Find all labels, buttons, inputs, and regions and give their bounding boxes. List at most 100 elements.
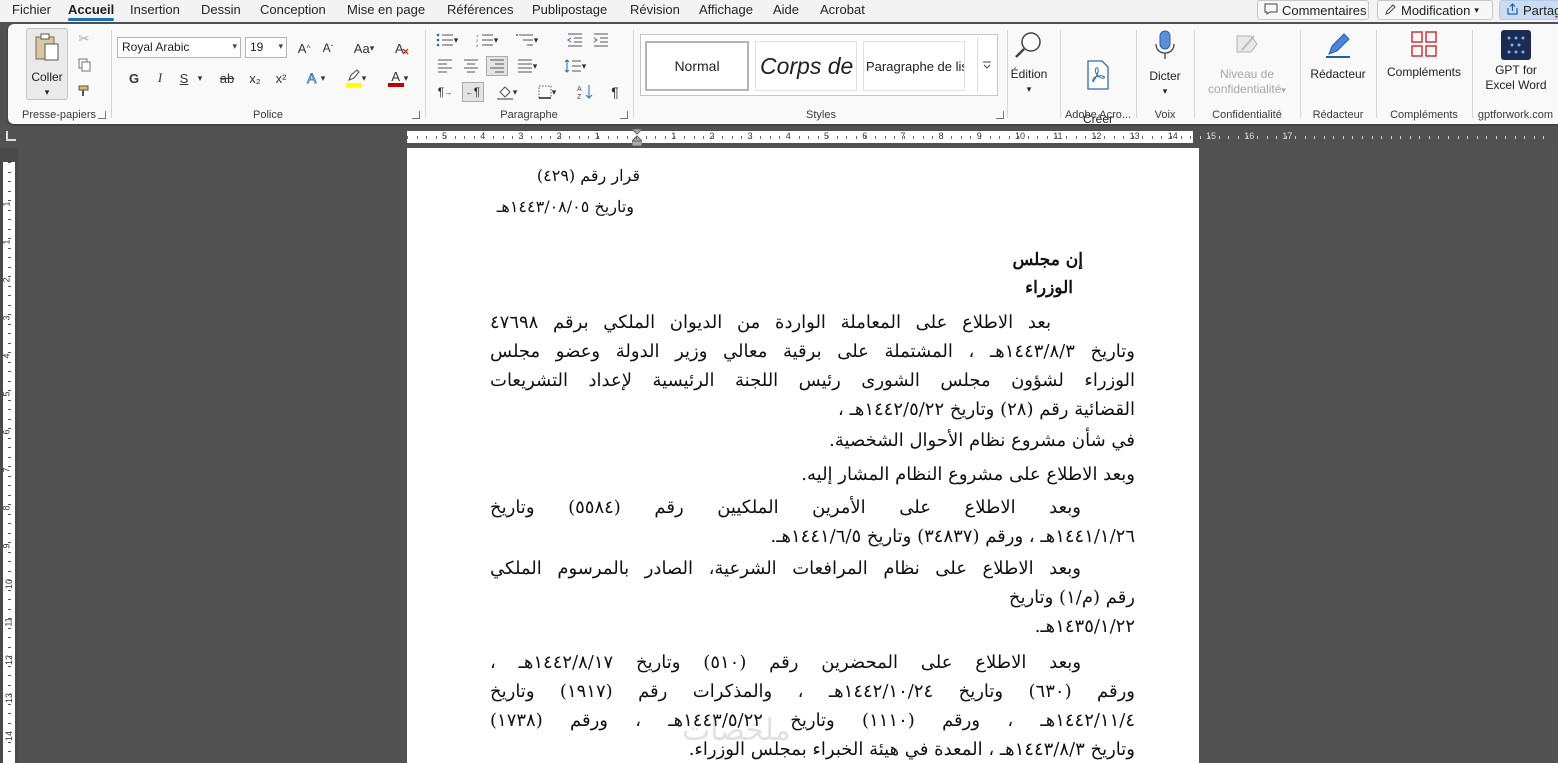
font-color-button[interactable]: A ▾ [382, 68, 414, 88]
council-heading-line2: الوزراء [1025, 278, 1073, 298]
font-name-value: Royal Arabic [122, 40, 190, 54]
ruler-tick [8, 684, 11, 686]
paste-button[interactable]: Coller ▾ [26, 28, 68, 100]
ruler-tick [1533, 136, 1535, 139]
chevron-down-icon[interactable]: ▾ [194, 68, 206, 88]
ruler-tick [1094, 136, 1096, 139]
align-left-icon[interactable] [434, 56, 456, 76]
editing-button[interactable]: Édition ▾ [1008, 30, 1050, 97]
horizontal-ruler[interactable]: 543211234567891011121314151617 [24, 128, 1558, 147]
share-button[interactable]: Partag [1499, 0, 1558, 20]
comment-icon [1264, 3, 1278, 18]
multilevel-list-icon[interactable]: ▾ [512, 30, 542, 50]
gpt-for-excel-word-button[interactable]: GPT for Excel Word [1475, 30, 1557, 93]
sort-icon[interactable]: AZ [574, 82, 596, 102]
text-effects-icon[interactable]: A ▾ [300, 68, 330, 88]
tab-home[interactable]: Accueil [68, 2, 115, 21]
borders-icon[interactable]: ▾ [532, 82, 562, 102]
paragraph-line: ورقم (٦٣٠) وتاريخ ١٤٤٢/١٠/٢٤هـ ، والمذكر… [490, 681, 1135, 702]
align-center-icon[interactable] [460, 56, 482, 76]
style-body-text[interactable]: Corps de [755, 41, 857, 91]
highlight-color-button[interactable]: ▾ [340, 68, 372, 88]
tab-insert[interactable]: Insertion [130, 2, 180, 17]
font-name-combo[interactable]: Royal Arabic ▾ [117, 37, 241, 58]
editing-mode-button[interactable]: Modification ▾ [1377, 0, 1493, 20]
ruler-tick [8, 532, 11, 534]
ruler-tick [8, 551, 11, 553]
editor-button[interactable]: Rédacteur [1305, 30, 1371, 82]
dialog-launcher-icon[interactable] [412, 111, 420, 119]
strikethrough-button[interactable]: ab [216, 68, 238, 88]
ruler-tick [789, 136, 790, 139]
ruler-corner[interactable] [6, 131, 16, 141]
tab-file[interactable]: Fichier [12, 2, 51, 17]
rtl-direction-icon[interactable]: ← ¶ [462, 82, 484, 102]
tab-layout[interactable]: Mise en page [347, 2, 425, 17]
ruler-tick [8, 561, 11, 562]
document-page[interactable]: قرار رقم (٤٢٩) وتاريخ ١٤٤٣/٠٨/٠٥هـ إن مج… [407, 148, 1199, 763]
clear-formatting-icon[interactable]: A [392, 38, 412, 58]
vertical-ruler[interactable]: 1 1 2 3 4 5 6 7 8 9 10 11 12 13 14 [0, 148, 18, 763]
comments-button[interactable]: Commentaires [1257, 0, 1369, 20]
ruler-tick [8, 247, 11, 249]
tab-acrobat[interactable]: Acrobat [820, 2, 865, 17]
ruler-tick [8, 456, 11, 458]
tab-review[interactable]: Révision [630, 2, 680, 17]
tab-design[interactable]: Conception [260, 2, 326, 17]
comments-label: Commentaires [1282, 3, 1367, 18]
underline-button[interactable]: S [174, 68, 194, 88]
bold-button[interactable]: G [124, 68, 144, 88]
tab-mailings[interactable]: Publipostage [532, 2, 607, 17]
italic-button[interactable]: I [150, 68, 170, 88]
decrease-indent-icon[interactable] [564, 30, 586, 50]
tab-view[interactable]: Affichage [699, 2, 753, 17]
styles-more-button[interactable] [977, 37, 995, 93]
shading-icon[interactable]: ▾ [492, 82, 522, 102]
tab-help[interactable]: Aide [773, 2, 799, 17]
sensitivity-button[interactable]: Niveau de confidentialité▾ [1199, 30, 1295, 98]
dialog-launcher-icon[interactable] [996, 111, 1004, 119]
format-painter-icon[interactable] [76, 82, 92, 100]
addins-button[interactable]: Compléments [1381, 30, 1467, 80]
ruler-tick [1400, 136, 1402, 139]
subscript-button[interactable]: x₂ [244, 68, 266, 88]
change-case-icon[interactable]: Aa ▾ [348, 38, 380, 58]
bullets-icon[interactable]: ▾ [432, 30, 462, 50]
ltr-direction-icon[interactable]: ¶ → [434, 82, 456, 102]
show-formatting-icon[interactable]: ¶ [604, 82, 626, 102]
ruler-tick [1037, 136, 1039, 139]
copy-icon[interactable] [76, 56, 92, 74]
ruler-tick [1381, 136, 1383, 139]
ruler-tick [8, 200, 11, 201]
dictate-button[interactable]: Dicter ▾ [1141, 30, 1189, 99]
ruler-tick [731, 136, 733, 139]
superscript-button[interactable]: x² [270, 68, 292, 88]
tab-references[interactable]: Références [447, 2, 513, 17]
justify-icon[interactable]: ▾ [512, 56, 542, 76]
style-list-paragraph[interactable]: Paragraphe de lis [863, 41, 965, 91]
ruler-tick [1333, 136, 1335, 139]
ruler-tick [741, 136, 743, 139]
clipboard-group-label: Presse-papiers [22, 109, 96, 121]
ruler-tick [8, 475, 11, 477]
font-size-combo[interactable]: 19 ▾ [245, 37, 287, 58]
cut-icon[interactable]: ✂ [76, 30, 92, 48]
line-spacing-icon[interactable]: ▾ [558, 56, 592, 76]
ruler-tick [8, 637, 11, 638]
shrink-font-icon[interactable]: Aˇ [318, 38, 338, 58]
search-icon [1008, 30, 1050, 64]
ruler-tick [8, 466, 11, 467]
align-right-icon[interactable] [486, 56, 508, 76]
tab-draw[interactable]: Dessin [201, 2, 241, 17]
ruler-tick [999, 136, 1001, 139]
dialog-launcher-icon[interactable] [620, 111, 628, 119]
dialog-launcher-icon[interactable] [98, 111, 106, 119]
grow-font-icon[interactable]: A ^ [294, 38, 314, 58]
numbering-icon[interactable]: 1 2 3 ▾ [472, 30, 502, 50]
ruler-tick [1218, 136, 1220, 139]
style-normal[interactable]: Normal [645, 41, 749, 91]
ruler-tick [1505, 136, 1507, 139]
paragraph-line: وبعد الاطلاع على المحضرين رقم (٥١٠) وتار… [490, 652, 1082, 673]
increase-indent-icon[interactable] [590, 30, 612, 50]
ruler-tick [1123, 136, 1125, 139]
